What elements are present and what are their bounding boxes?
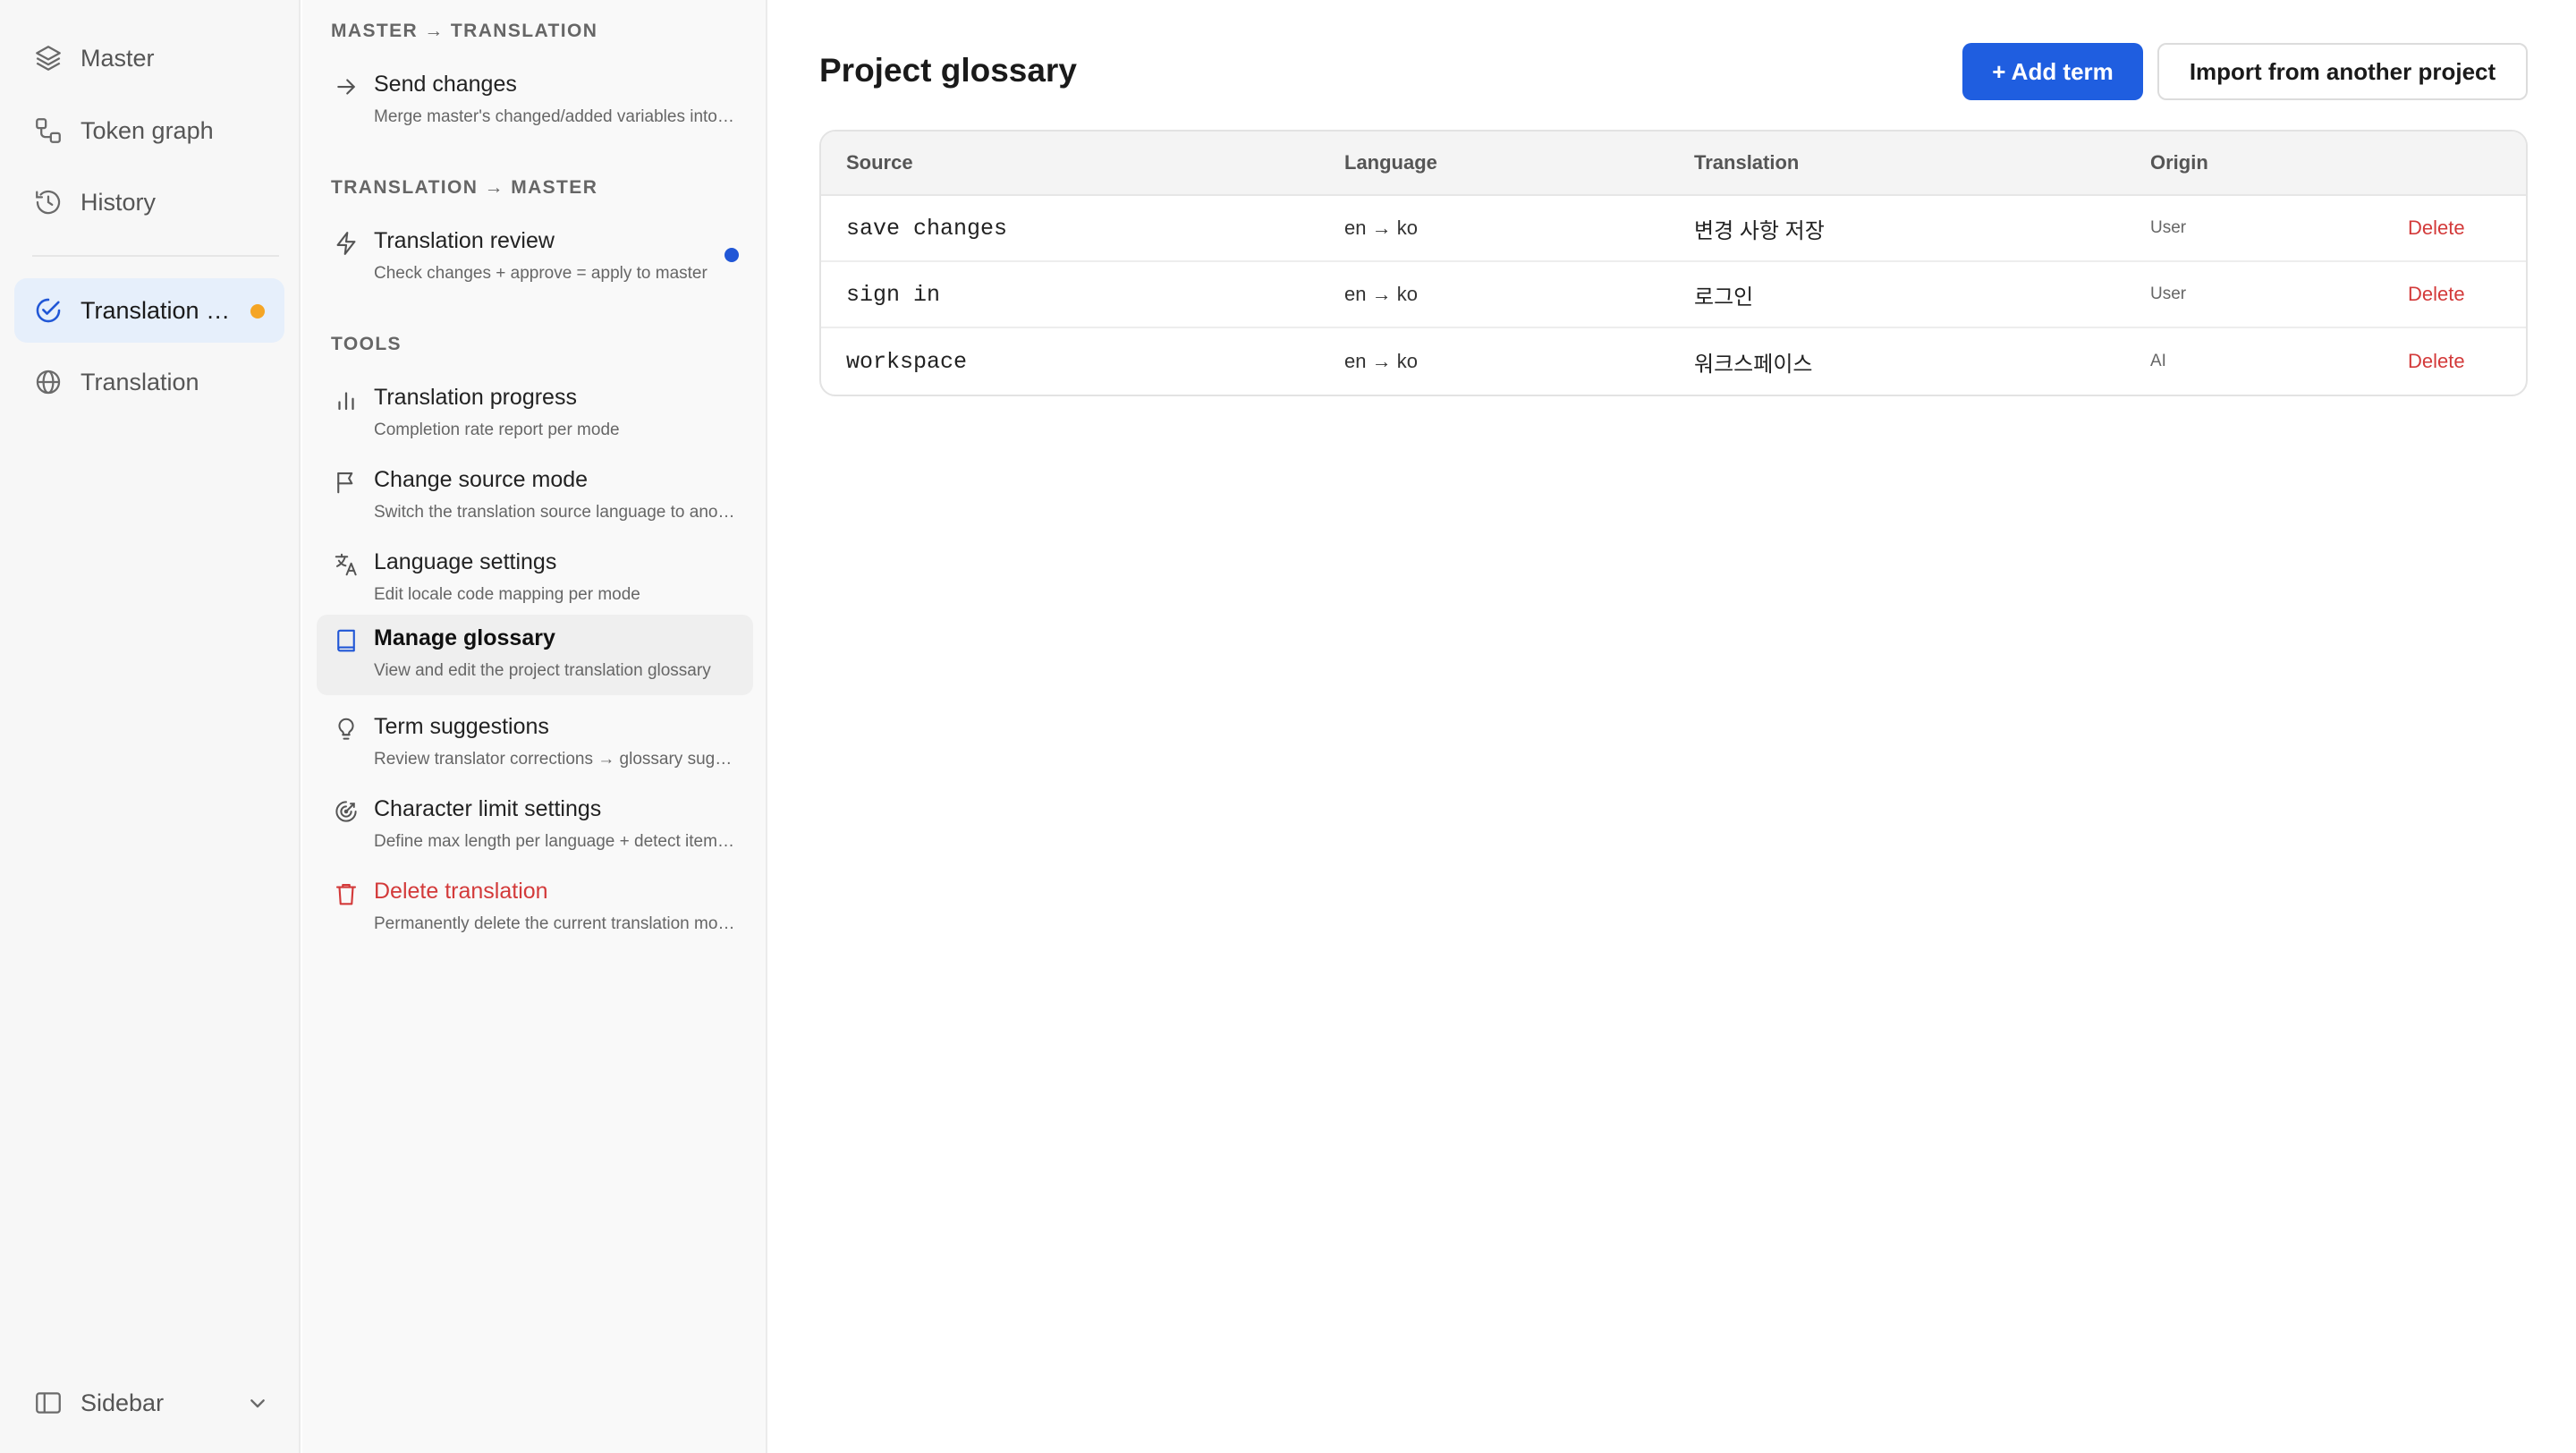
translate-icon xyxy=(333,551,360,578)
origin-label: User xyxy=(2150,285,2187,303)
nav-item-translation-review[interactable]: Translation review xyxy=(14,278,284,343)
check-circle-icon xyxy=(32,294,64,327)
tool-term-suggestions[interactable]: Term suggestions Review translator corre… xyxy=(317,703,753,784)
column-header-source[interactable]: Source xyxy=(846,132,913,194)
nav-item-token-graph[interactable]: Token graph xyxy=(14,98,284,163)
source-term: save changes xyxy=(846,215,1008,242)
tool-description: Switch the translation source language t… xyxy=(374,503,735,522)
import-from-project-button[interactable]: Import from another project xyxy=(2157,43,2528,100)
tool-title: Character limit settings xyxy=(374,796,602,821)
tool-delete-translation[interactable]: Delete translation Permanently delete th… xyxy=(317,868,753,948)
nav-item-translation[interactable]: Translation xyxy=(14,350,284,414)
section-title: MASTER → TRANSLATION xyxy=(331,21,598,41)
column-header-language[interactable]: Language xyxy=(1344,132,1437,194)
delete-term-button[interactable]: Delete xyxy=(2408,262,2465,327)
tool-title: Translation review xyxy=(374,228,555,253)
sidebar-toggle[interactable]: Sidebar xyxy=(14,1371,284,1435)
origin-label: AI xyxy=(2150,352,2166,370)
column-header-translation[interactable]: Translation xyxy=(1694,132,1799,194)
chevron-down-icon xyxy=(243,1389,272,1417)
bar-chart-icon xyxy=(333,387,360,413)
nav-item-label: Translation review xyxy=(80,296,233,324)
sidebar-toggle-label: Sidebar xyxy=(80,1389,165,1416)
translation-text: 워크스페이스 xyxy=(1694,352,1813,377)
tools-panel: MASTER → TRANSLATION Send changes Merge … xyxy=(302,0,767,1453)
globe-icon xyxy=(32,366,64,398)
delete-term-button[interactable]: Delete xyxy=(2408,196,2465,260)
tool-title: Language settings xyxy=(374,549,557,574)
tool-description: Edit locale code mapping per mode xyxy=(374,585,640,604)
tool-description: Completion rate report per mode xyxy=(374,421,620,439)
tool-change-source-mode[interactable]: Change source mode Switch the translatio… xyxy=(317,456,753,537)
tool-title: Send changes xyxy=(374,72,517,97)
tool-title: Translation progress xyxy=(374,385,577,410)
origin-label: User xyxy=(2150,218,2187,237)
nav-item-history[interactable]: History xyxy=(14,170,284,234)
column-header-origin[interactable]: Origin xyxy=(2150,132,2208,194)
language-pair: en → ko xyxy=(1344,350,1418,372)
notification-dot xyxy=(724,248,739,262)
language-pair: en → ko xyxy=(1344,283,1418,305)
tool-description: Review translator corrections → glossary… xyxy=(374,750,735,769)
add-term-button[interactable]: + Add term xyxy=(1962,43,2143,100)
tool-character-limit-settings[interactable]: Character limit settings Define max leng… xyxy=(317,786,753,866)
history-icon xyxy=(32,186,64,218)
language-pair: en → ko xyxy=(1344,217,1418,239)
tool-title: Delete translation xyxy=(374,879,548,904)
layers-icon xyxy=(32,42,64,74)
flag-icon xyxy=(333,469,360,496)
tool-title: Term suggestions xyxy=(374,714,549,739)
tool-description: Merge master's changed/added variables i… xyxy=(374,107,735,126)
section-title: TRANSLATION → MASTER xyxy=(331,177,598,198)
tool-title: Change source mode xyxy=(374,467,589,492)
arrow-right-icon xyxy=(333,73,360,100)
tool-description: Permanently delete the current translati… xyxy=(374,914,735,933)
translation-text: 로그인 xyxy=(1694,285,1754,310)
source-term: workspace xyxy=(846,348,968,375)
tool-description: Check changes + approve = apply to maste… xyxy=(374,264,708,283)
source-term: sign in xyxy=(846,281,941,308)
nav-divider xyxy=(32,255,279,257)
trash-icon xyxy=(333,880,360,907)
glossary-table: Source Language Translation Origin save … xyxy=(819,130,2528,396)
tool-language-settings[interactable]: Language settings Edit locale code mappi… xyxy=(317,539,753,619)
page-title: Project glossary xyxy=(819,52,1077,89)
table-row: sign in en → ko 로그인 User Delete xyxy=(821,262,2526,328)
table-header: Source Language Translation Origin xyxy=(821,132,2526,196)
book-icon xyxy=(333,627,360,654)
nav-item-label: History xyxy=(80,188,157,216)
lightning-icon xyxy=(333,230,360,257)
tool-manage-glossary[interactable]: Manage glossary View and edit the projec… xyxy=(317,615,753,695)
lightbulb-icon xyxy=(333,716,360,743)
graph-icon xyxy=(32,115,64,147)
sidebar-icon xyxy=(32,1387,64,1419)
tool-title: Manage glossary xyxy=(374,625,555,650)
main-content: Project glossary + Add term Import from … xyxy=(769,0,2576,1453)
notification-dot xyxy=(250,304,265,319)
nav-item-master[interactable]: Master xyxy=(14,26,284,90)
tool-translation-progress[interactable]: Translation progress Completion rate rep… xyxy=(317,374,753,455)
main-sidebar: Master Token graph History Translation r… xyxy=(0,0,301,1453)
section-title: TOOLS xyxy=(331,334,402,354)
tool-description: View and edit the project translation gl… xyxy=(374,661,711,680)
nav-item-label: Master xyxy=(80,44,155,72)
tool-description: Define max length per language + detect … xyxy=(374,832,735,851)
translation-text: 변경 사항 저장 xyxy=(1694,218,1825,243)
table-row: save changes en → ko 변경 사항 저장 User Delet… xyxy=(821,196,2526,262)
nav-item-label: Translation xyxy=(80,368,199,395)
delete-term-button[interactable]: Delete xyxy=(2408,328,2465,395)
tool-send-changes[interactable]: Send changes Merge master's changed/adde… xyxy=(317,61,753,141)
tool-translation-review[interactable]: Translation review Check changes + appro… xyxy=(317,217,753,298)
target-icon xyxy=(333,798,360,825)
table-row: workspace en → ko 워크스페이스 AI Delete xyxy=(821,328,2526,395)
nav-item-label: Token graph xyxy=(80,116,214,144)
